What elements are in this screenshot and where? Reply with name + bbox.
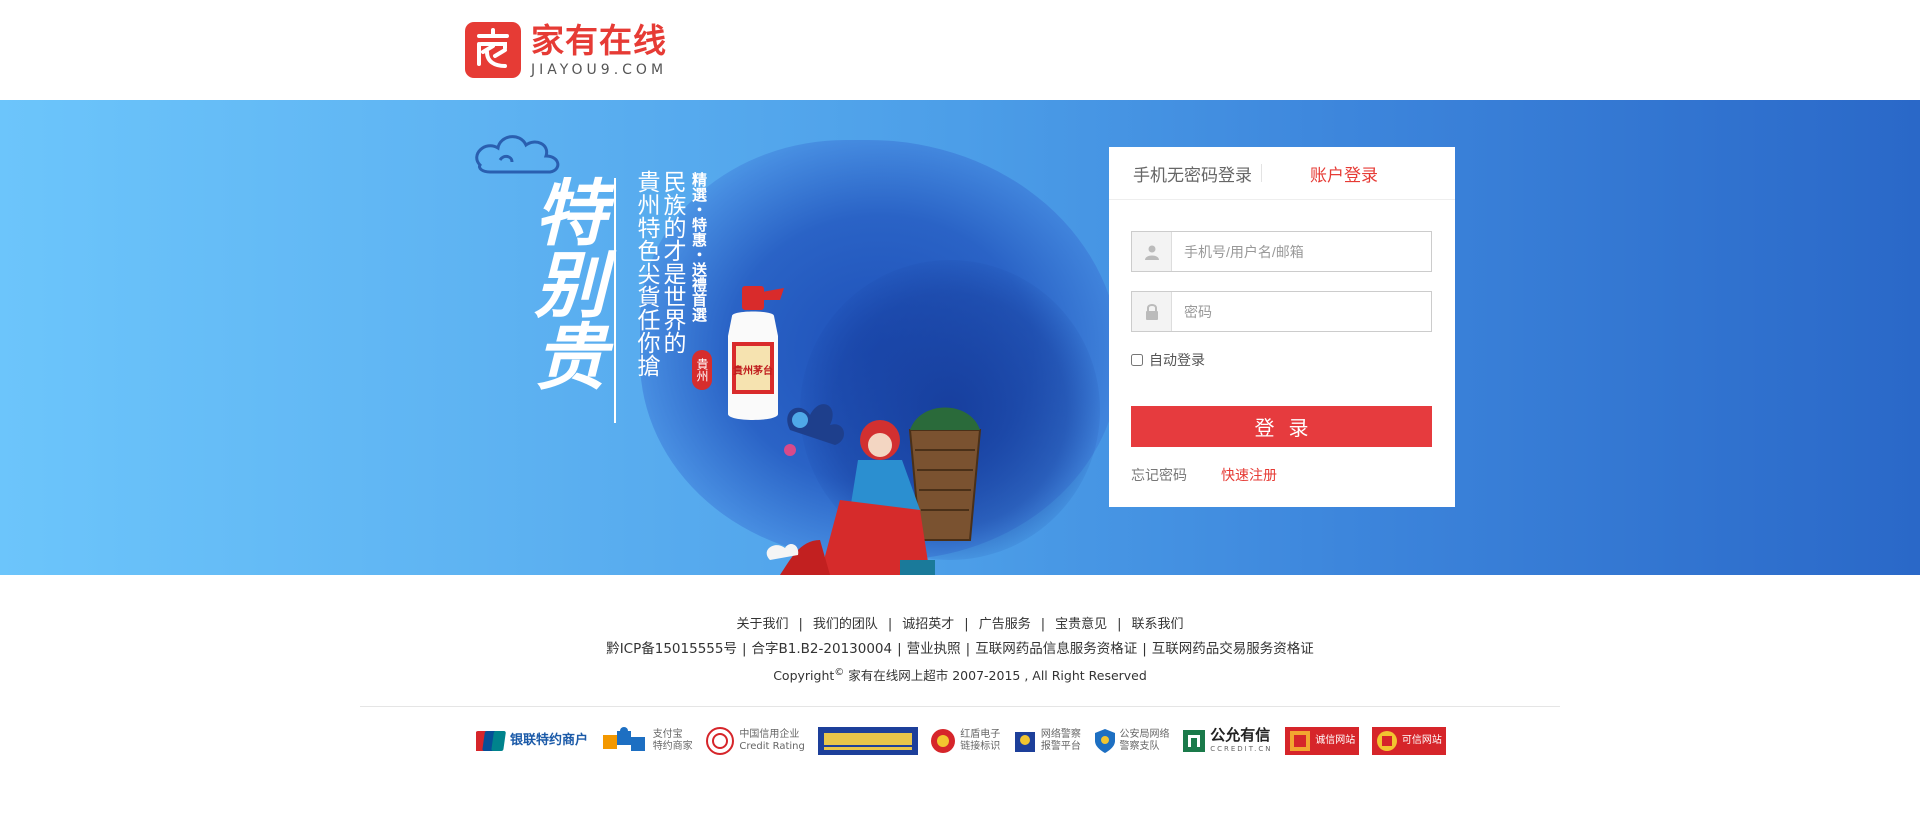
alipay-label-2: 特约商家 <box>652 741 693 752</box>
license-drug-info[interactable]: 互联网药品信息服务资格证 <box>970 641 1142 657</box>
red-shield-label-2: 链接标识 <box>960 741 1001 752</box>
red-shield-label-1: 红盾电子 <box>960 729 1001 740</box>
cloud-ornament-icon <box>475 135 560 174</box>
slogan-tagline: 精選・特惠・送禮首選 <box>690 172 708 322</box>
badge-chengxin[interactable]: 诚信网站 <box>1285 727 1360 755</box>
site-header: 家有在线 JIAYOU9.COM <box>0 0 1920 100</box>
login-links: 忘记密码 快速注册 <box>1131 465 1277 485</box>
credit-label-1: 中国信用企业 <box>739 729 800 740</box>
copyright-symbol: © <box>834 666 845 678</box>
chengxin-label: 诚信网站 <box>1315 735 1356 746</box>
forgot-password-link[interactable]: 忘记密码 <box>1131 465 1187 485</box>
site-logo[interactable]: 家有在线 JIAYOU9.COM <box>465 22 667 78</box>
unionpay-icon <box>476 731 506 751</box>
badge-gov-service[interactable] <box>817 726 918 756</box>
slogan-line-1: 民族的才是世界的 <box>659 170 685 354</box>
user-icon <box>1132 232 1172 271</box>
badge-red-shield[interactable]: 红盾电子 链接标识 <box>930 726 1000 756</box>
lock-icon <box>1132 292 1172 331</box>
username-input[interactable] <box>1172 232 1431 271</box>
credit-seal-icon <box>706 727 735 755</box>
badge-psb[interactable]: 公安局网络 警察支队 <box>1094 726 1170 756</box>
badge-credit-rating[interactable]: 中国信用企业 Credit Rating <box>705 726 805 756</box>
badge-kexin[interactable]: 可信网站 <box>1371 727 1446 755</box>
slogan-divider <box>614 178 616 423</box>
badge-cyber-police[interactable]: 网络警察 报警平台 <box>1013 726 1081 756</box>
remember-label: 自动登录 <box>1149 353 1205 369</box>
footer-link-contact[interactable]: 联系我们 <box>1122 617 1194 632</box>
psb-label-1: 公安局网络 <box>1119 729 1170 740</box>
license-icp[interactable]: 黔ICP备15015555号 <box>601 641 742 657</box>
password-field <box>1131 291 1432 332</box>
remember-me[interactable]: 自动登录 <box>1131 350 1205 370</box>
bottle-label: 貴州茅台 <box>733 364 773 377</box>
username-field <box>1131 231 1432 272</box>
logo-mark-icon <box>465 22 521 78</box>
footer-divider <box>360 706 1560 707</box>
ccredit-label: 公允有信 <box>1210 726 1271 744</box>
footer-link-ads[interactable]: 广告服务 <box>969 617 1041 632</box>
footer-link-careers[interactable]: 诚招英才 <box>892 617 964 632</box>
woman-with-basket-illustration <box>766 404 982 575</box>
alipay-label-1: 支付宝 <box>652 729 683 740</box>
login-button[interactable]: 登录 <box>1131 406 1432 447</box>
kexin-icon <box>1376 731 1397 751</box>
footer-separator: | <box>1117 617 1122 632</box>
license-drug-trade[interactable]: 互联网药品交易服务资格证 <box>1147 641 1319 657</box>
slogan-line-2: 貴州特色尖貨任你搶 <box>633 170 659 377</box>
trust-badges: 银联特约商户 支付宝 特约商家 中国信用企业 Credit Rating 红盾电… <box>476 725 1446 757</box>
footer-licenses: 黔ICP备15015555号 | 合字B1.B2-20130004 | 营业执照 | 互联网… <box>0 637 1920 657</box>
tab-account-login[interactable]: 账户登录 <box>1310 161 1378 186</box>
slogan-headline: 特别贵 <box>522 175 607 391</box>
chengxin-icon <box>1290 731 1311 751</box>
badge-alipay[interactable]: 支付宝 特约商家 <box>601 726 693 756</box>
copyright: Copyright© 家有在线网上超市 2007-2015 , All Righ… <box>0 665 1920 684</box>
license-permit[interactable]: 营业执照 <box>902 641 966 657</box>
badge-unionpay[interactable]: 银联特约商户 <box>476 726 588 756</box>
license-business[interactable]: 合字B1.B2-20130004 <box>747 641 898 657</box>
emblem-icon <box>931 729 956 753</box>
police-icon <box>1014 732 1035 752</box>
footer-link-team[interactable]: 我们的团队 <box>803 617 888 632</box>
puzzle-icon <box>602 727 645 751</box>
remember-checkbox[interactable] <box>1131 354 1143 366</box>
copyright-text: 家有在线网上超市 2007-2015 , All Right Reserved <box>844 668 1147 683</box>
kexin-label: 可信网站 <box>1401 735 1442 746</box>
cyber-police-label-1: 网络警察 <box>1040 729 1081 740</box>
quick-register-link[interactable]: 快速注册 <box>1221 465 1277 485</box>
credit-label-2: Credit Rating <box>739 741 805 752</box>
promo-banner: 特别贵 民族的才是世界的 貴州特色尖貨任你搶 精選・特惠・送禮首選 貴州 貴州茅… <box>0 100 1920 575</box>
logo-domain-text: JIAYOU9.COM <box>531 62 668 78</box>
ccredit-sublabel: CCREDIT.CN <box>1210 745 1273 753</box>
badge-ccredit[interactable]: 公允有信 CCREDIT.CN <box>1182 726 1272 756</box>
login-tabs: 手机无密码登录 账户登录 <box>1109 147 1455 200</box>
psb-label-2: 警察支队 <box>1119 741 1160 752</box>
red-seal: 貴州 <box>692 350 712 390</box>
logo-chinese-text: 家有在线 <box>531 21 667 60</box>
gov-service-banner-icon <box>817 727 918 755</box>
footer-nav: 关于我们 | 我们的团队 | 诚招英才 | 广告服务 | 宝贵意见 | 联系我们 <box>0 613 1920 632</box>
footer-link-feedback[interactable]: 宝贵意见 <box>1045 617 1117 632</box>
copyright-prefix: Copyright <box>773 668 835 683</box>
footer-link-about[interactable]: 关于我们 <box>726 617 798 632</box>
tab-sms-login[interactable]: 手机无密码登录 <box>1133 161 1261 186</box>
login-panel: 手机无密码登录 账户登录 自动登录 登录 忘记密码 快速注册 <box>1109 147 1455 507</box>
unionpay-label: 银联特约商户 <box>510 733 589 748</box>
shield-icon <box>1094 729 1115 753</box>
cyber-police-label-2: 报警平台 <box>1040 741 1081 752</box>
tab-separator <box>1261 164 1262 182</box>
password-input[interactable] <box>1172 292 1431 331</box>
ccredit-logo-icon <box>1183 730 1206 752</box>
